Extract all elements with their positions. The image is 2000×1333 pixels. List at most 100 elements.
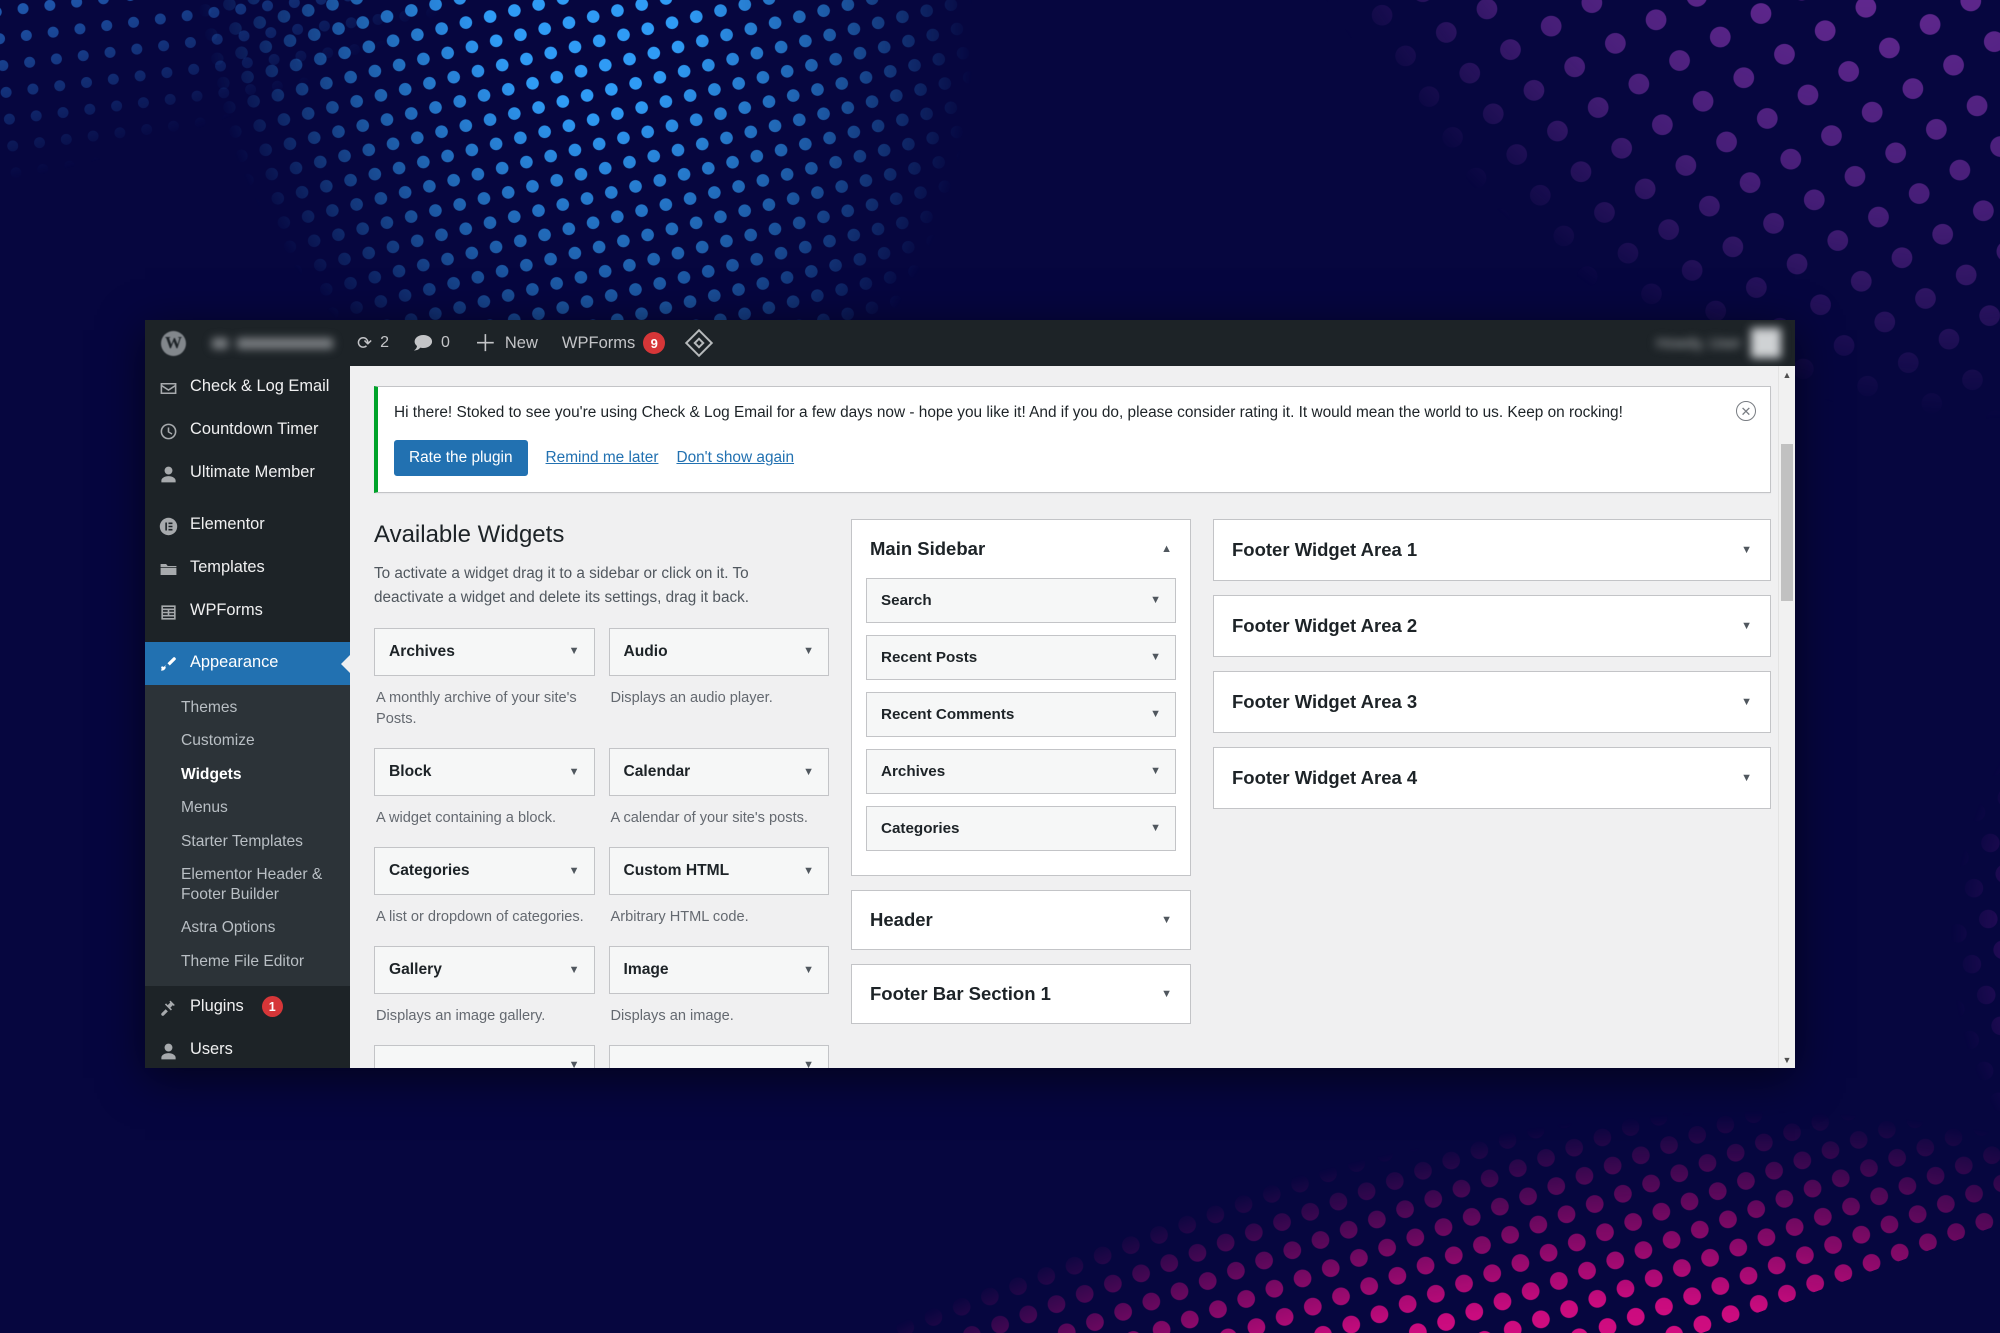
admin-bar-right-group: Howdy, User (1656, 320, 1795, 366)
rate-the-plugin-button[interactable]: Rate the plugin (394, 440, 528, 477)
sidebar-panel-title: Footer Widget Area 3 (1232, 691, 1418, 713)
widget-name: Custom HTML (623, 862, 730, 880)
sidebar-item-appearance[interactable]: Appearance (145, 642, 350, 685)
widget-description: Displays an image gallery. (376, 1008, 546, 1025)
dont-show-again-link[interactable]: Don't show again (676, 449, 794, 467)
submenu-item-themes[interactable]: Themes (145, 691, 350, 724)
sidebar-item-ultimate-member[interactable]: Ultimate Member (145, 452, 350, 495)
submenu-item-elementor-header-footer-builder[interactable]: Elementor Header & Footer Builder (145, 858, 350, 911)
widget-toggle-gallery[interactable]: Gallery ▼ (374, 946, 595, 995)
widget-toggle-archives[interactable]: Archives ▼ (374, 627, 595, 676)
chevron-down-icon: ▼ (803, 864, 814, 877)
submenu-item-customize[interactable]: Customize (145, 724, 350, 757)
widget-card-image: Image ▼ Displays an image. (608, 946, 829, 1041)
sidebar-item-label: Plugins (190, 997, 244, 1016)
available-widgets-column: Available Widgets To activate a widget d… (374, 519, 829, 1068)
comments-menu[interactable]: 🗩 0 (401, 320, 462, 366)
widget-toggle-partial-right[interactable]: ▼ (608, 1045, 829, 1068)
widget-toggle-audio[interactable]: Audio ▼ (608, 627, 829, 676)
sidebar-panel-toggle-main-sidebar[interactable]: Main Sidebar ▲ (852, 520, 1190, 578)
widget-description: Arbitrary HTML code. (610, 909, 749, 926)
sidebar-item-templates[interactable]: Templates (145, 547, 350, 590)
close-circle-icon[interactable]: ✕ (1736, 401, 1756, 421)
sidebar-item-label: WPForms (190, 601, 263, 619)
widget-card-audio: Audio ▼ Displays an audio player. (608, 627, 829, 744)
sidebar-item-wpforms[interactable]: WPForms (145, 590, 350, 633)
widget-card-block: Block ▼ A widget containing a block. (374, 748, 595, 843)
wp-logo-menu[interactable]: W (145, 320, 200, 366)
menu-separator (145, 633, 350, 642)
form-icon (157, 601, 179, 623)
clock-icon (157, 420, 179, 442)
chevron-down-icon: ▼ (803, 645, 814, 658)
sidebar-panel-footer-widget-area-4[interactable]: Footer Widget Area 4 ▼ (1213, 747, 1771, 810)
sidebar-panel-title: Footer Widget Area 4 (1232, 767, 1418, 789)
sidebar-item-label: Countdown Timer (190, 420, 319, 438)
assigned-widget-categories[interactable]: Categories ▼ (866, 806, 1176, 852)
widget-description: A widget containing a block. (376, 810, 557, 827)
sidebar-panel-title: Footer Bar Section 1 (870, 983, 1051, 1005)
assigned-widget-recent-posts[interactable]: Recent Posts ▼ (866, 635, 1176, 681)
widget-toggle-image[interactable]: Image ▼ (608, 946, 829, 995)
sidebar-item-label: Templates (190, 558, 265, 576)
sidebar-item-check-log-email[interactable]: Check & Log Email (145, 366, 350, 409)
admin-sidebar-menu: Check & Log Email Countdown Timer Ultima… (145, 366, 350, 1068)
wpforms-menu[interactable]: WPForms 9 (550, 320, 677, 366)
paintbrush-icon (157, 653, 179, 675)
chevron-down-icon: ▼ (803, 1059, 814, 1068)
sidebar-panel-toggle-header[interactable]: Header ▼ (852, 891, 1190, 949)
elementor-circle-icon (157, 515, 179, 537)
widget-toggle-custom-html[interactable]: Custom HTML ▼ (608, 847, 829, 896)
site-name-menu[interactable] (200, 320, 345, 366)
chevron-down-icon: ▼ (1150, 765, 1161, 778)
assigned-widget-search[interactable]: Search ▼ (866, 578, 1176, 624)
wp-admin-bar: W ⟳ 2 🗩 0 ＋ New WPForms 9 Howdy, User (145, 320, 1795, 366)
sidebar-item-label: Appearance (190, 653, 279, 671)
submenu-item-theme-file-editor[interactable]: Theme File Editor (145, 945, 350, 978)
widget-toggle-partial-left[interactable]: ▼ (374, 1045, 595, 1068)
available-widgets-grid: Archives ▼ A monthly archive of your sit… (374, 627, 829, 1068)
updates-icon: ⟳ (357, 333, 373, 353)
widgets-layout: Available Widgets To activate a widget d… (374, 519, 1771, 1068)
vertical-scrollbar[interactable]: ▲ ▼ (1778, 366, 1795, 1068)
comment-bubble-icon: 🗩 (413, 333, 433, 353)
widget-card-custom-html: Custom HTML ▼ Arbitrary HTML code. (608, 847, 829, 942)
assigned-widget-recent-comments[interactable]: Recent Comments ▼ (866, 692, 1176, 738)
sidebar-panel-footer-widget-area-3[interactable]: Footer Widget Area 3 ▼ (1213, 671, 1771, 734)
updates-menu[interactable]: ⟳ 2 (345, 320, 401, 366)
widget-name: Archives (389, 642, 455, 660)
assigned-widget-archives[interactable]: Archives ▼ (866, 749, 1176, 795)
sidebar-item-countdown-timer[interactable]: Countdown Timer (145, 409, 350, 452)
submenu-item-starter-templates[interactable]: Starter Templates (145, 825, 350, 858)
sidebar-item-elementor[interactable]: Elementor (145, 504, 350, 547)
widget-toggle-calendar[interactable]: Calendar ▼ (608, 748, 829, 797)
new-label: New (504, 333, 538, 352)
folder-icon (157, 558, 179, 580)
elementor-menu[interactable] (677, 320, 721, 366)
submenu-item-menus[interactable]: Menus (145, 791, 350, 824)
widget-name: Search (881, 592, 932, 610)
sidebar-panel-footer-widget-area-1[interactable]: Footer Widget Area 1 ▼ (1213, 519, 1771, 582)
scroll-up-arrow-icon[interactable]: ▲ (1779, 366, 1795, 383)
chevron-down-icon: ▼ (1150, 822, 1161, 835)
sidebar-item-users[interactable]: Users (145, 1029, 350, 1068)
widget-card-archives: Archives ▼ A monthly archive of your sit… (374, 627, 595, 744)
wpforms-label: WPForms (561, 333, 636, 352)
scrollbar-thumb[interactable] (1781, 444, 1793, 601)
submenu-item-widgets[interactable]: Widgets (145, 758, 350, 791)
new-content-menu[interactable]: ＋ New (462, 320, 550, 366)
widget-toggle-categories[interactable]: Categories ▼ (374, 847, 595, 896)
remind-me-later-link[interactable]: Remind me later (546, 449, 659, 467)
account-menu[interactable]: Howdy, User (1656, 328, 1781, 358)
submenu-item-astra-options[interactable]: Astra Options (145, 911, 350, 944)
chevron-down-icon: ▼ (568, 864, 580, 877)
footer-areas-column: Footer Widget Area 1 ▼ Footer Widget Are… (1213, 519, 1771, 823)
scroll-down-arrow-icon[interactable]: ▼ (1779, 1051, 1795, 1068)
sidebar-panel-footer-widget-area-2[interactable]: Footer Widget Area 2 ▼ (1213, 595, 1771, 658)
sidebar-panel-toggle-footer-bar-section-1[interactable]: Footer Bar Section 1 ▼ (852, 965, 1190, 1023)
widget-name: Calendar (623, 763, 691, 781)
widget-toggle-block[interactable]: Block ▼ (374, 748, 595, 797)
chevron-down-icon: ▼ (1161, 987, 1172, 1000)
widget-name: Audio (623, 642, 668, 660)
sidebar-item-plugins[interactable]: Plugins 1 (145, 986, 350, 1029)
